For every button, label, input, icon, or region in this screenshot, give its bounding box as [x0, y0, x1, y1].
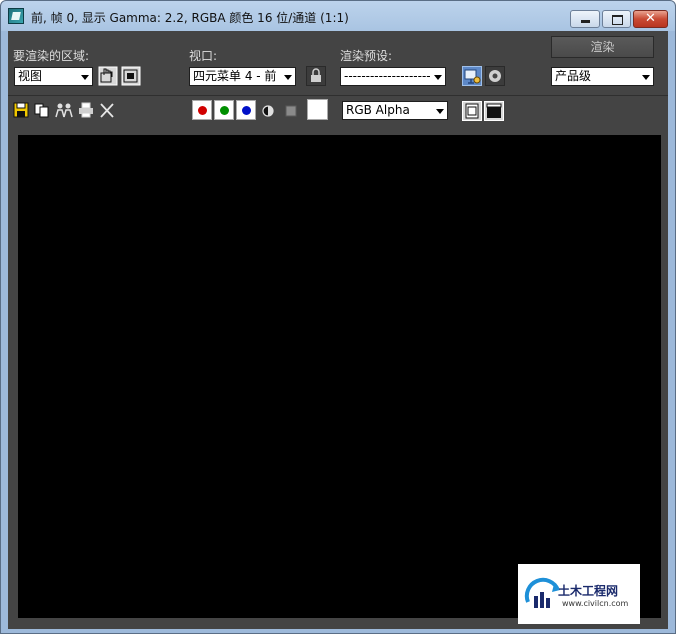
minimize-button[interactable]	[570, 10, 600, 28]
toolbar-separator	[8, 95, 668, 96]
blue-channel-icon	[242, 106, 251, 115]
save-image-button[interactable]	[13, 102, 29, 118]
render-preset-label: 渲染预设:	[340, 49, 393, 63]
teapot-gear-icon	[485, 66, 505, 86]
render-output-viewport[interactable]	[18, 135, 661, 618]
maximize-button[interactable]	[602, 10, 631, 28]
chevron-down-icon	[284, 75, 292, 80]
render-preset-dropdown[interactable]: --------------------	[340, 67, 446, 86]
panel-toggle-icon	[484, 101, 504, 121]
copy-icon	[34, 103, 49, 118]
viewport-label: 视口:	[189, 49, 218, 63]
chevron-down-icon	[436, 109, 444, 114]
environment-effects-button[interactable]	[485, 66, 505, 86]
production-value: 产品级	[555, 69, 592, 83]
toggle-ui-overlay-button[interactable]	[462, 101, 482, 121]
render-panel: 要渲染的区域: 视口: 渲染预设: 渲染 视图 四元菜单 4 - 前 -----…	[8, 31, 668, 629]
render-setup-icon	[462, 66, 482, 86]
toggle-ui-button[interactable]	[484, 101, 504, 121]
lock-viewport-button[interactable]	[306, 66, 326, 86]
clear-x-icon	[100, 103, 114, 118]
alpha-half-circle-icon	[262, 105, 274, 117]
app-icon	[8, 8, 24, 24]
area-to-render-dropdown[interactable]: 视图	[14, 67, 93, 86]
clone-window-button[interactable]	[55, 102, 73, 118]
auto-region-icon	[121, 66, 141, 86]
clear-button[interactable]	[99, 101, 115, 119]
auto-region-button[interactable]	[121, 66, 141, 86]
printer-icon	[79, 102, 93, 118]
area-to-render-value: 视图	[18, 69, 43, 83]
watermark-url: www.civilcn.com	[562, 599, 629, 608]
chevron-down-icon	[434, 75, 442, 80]
monochrome-toggle[interactable]	[284, 103, 298, 117]
print-image-button[interactable]	[78, 102, 94, 118]
chevron-down-icon	[81, 75, 89, 80]
window-overlay-icon	[462, 101, 482, 121]
minimize-icon	[581, 20, 590, 23]
clone-people-icon	[55, 103, 73, 118]
green-channel-toggle[interactable]	[214, 100, 234, 120]
watermark: 土木工程网 www.civilcn.com	[518, 564, 640, 624]
maximize-icon	[612, 15, 623, 25]
chevron-down-icon	[642, 75, 650, 80]
viewport-dropdown[interactable]: 四元菜单 4 - 前	[189, 67, 296, 86]
copy-image-button[interactable]	[34, 102, 50, 118]
title-bar[interactable]: 前, 帧 0, 显示 Gamma: 2.2, RGBA 颜色 16 位/通道 (…	[1, 1, 675, 31]
monochrome-square-icon	[285, 105, 297, 117]
watermark-title: 土木工程网	[558, 584, 619, 598]
render-setup-button[interactable]	[462, 66, 482, 86]
close-icon: ✕	[645, 11, 656, 26]
edit-region-icon	[98, 66, 118, 86]
lock-icon	[306, 66, 326, 86]
production-dropdown[interactable]: 产品级	[551, 67, 654, 86]
save-icon	[13, 102, 29, 118]
viewport-value: 四元菜单 4 - 前	[193, 69, 277, 83]
blue-channel-toggle[interactable]	[236, 100, 256, 120]
red-channel-icon	[198, 106, 207, 115]
window-title: 前, 帧 0, 显示 Gamma: 2.2, RGBA 颜色 16 位/通道 (…	[31, 11, 349, 25]
color-swatch[interactable]	[307, 99, 328, 120]
edit-region-button[interactable]	[98, 66, 118, 86]
rendered-frame-window: 前, 帧 0, 显示 Gamma: 2.2, RGBA 颜色 16 位/通道 (…	[0, 0, 676, 634]
green-channel-icon	[220, 106, 229, 115]
render-button[interactable]: 渲染	[551, 36, 654, 58]
render-preset-value: --------------------	[344, 69, 431, 83]
area-to-render-label: 要渲染的区域:	[13, 49, 90, 63]
alpha-channel-toggle[interactable]	[261, 103, 275, 117]
red-channel-toggle[interactable]	[192, 100, 212, 120]
channel-dropdown[interactable]: RGB Alpha	[342, 101, 448, 120]
channel-value: RGB Alpha	[346, 103, 410, 117]
close-button[interactable]: ✕	[633, 10, 668, 28]
